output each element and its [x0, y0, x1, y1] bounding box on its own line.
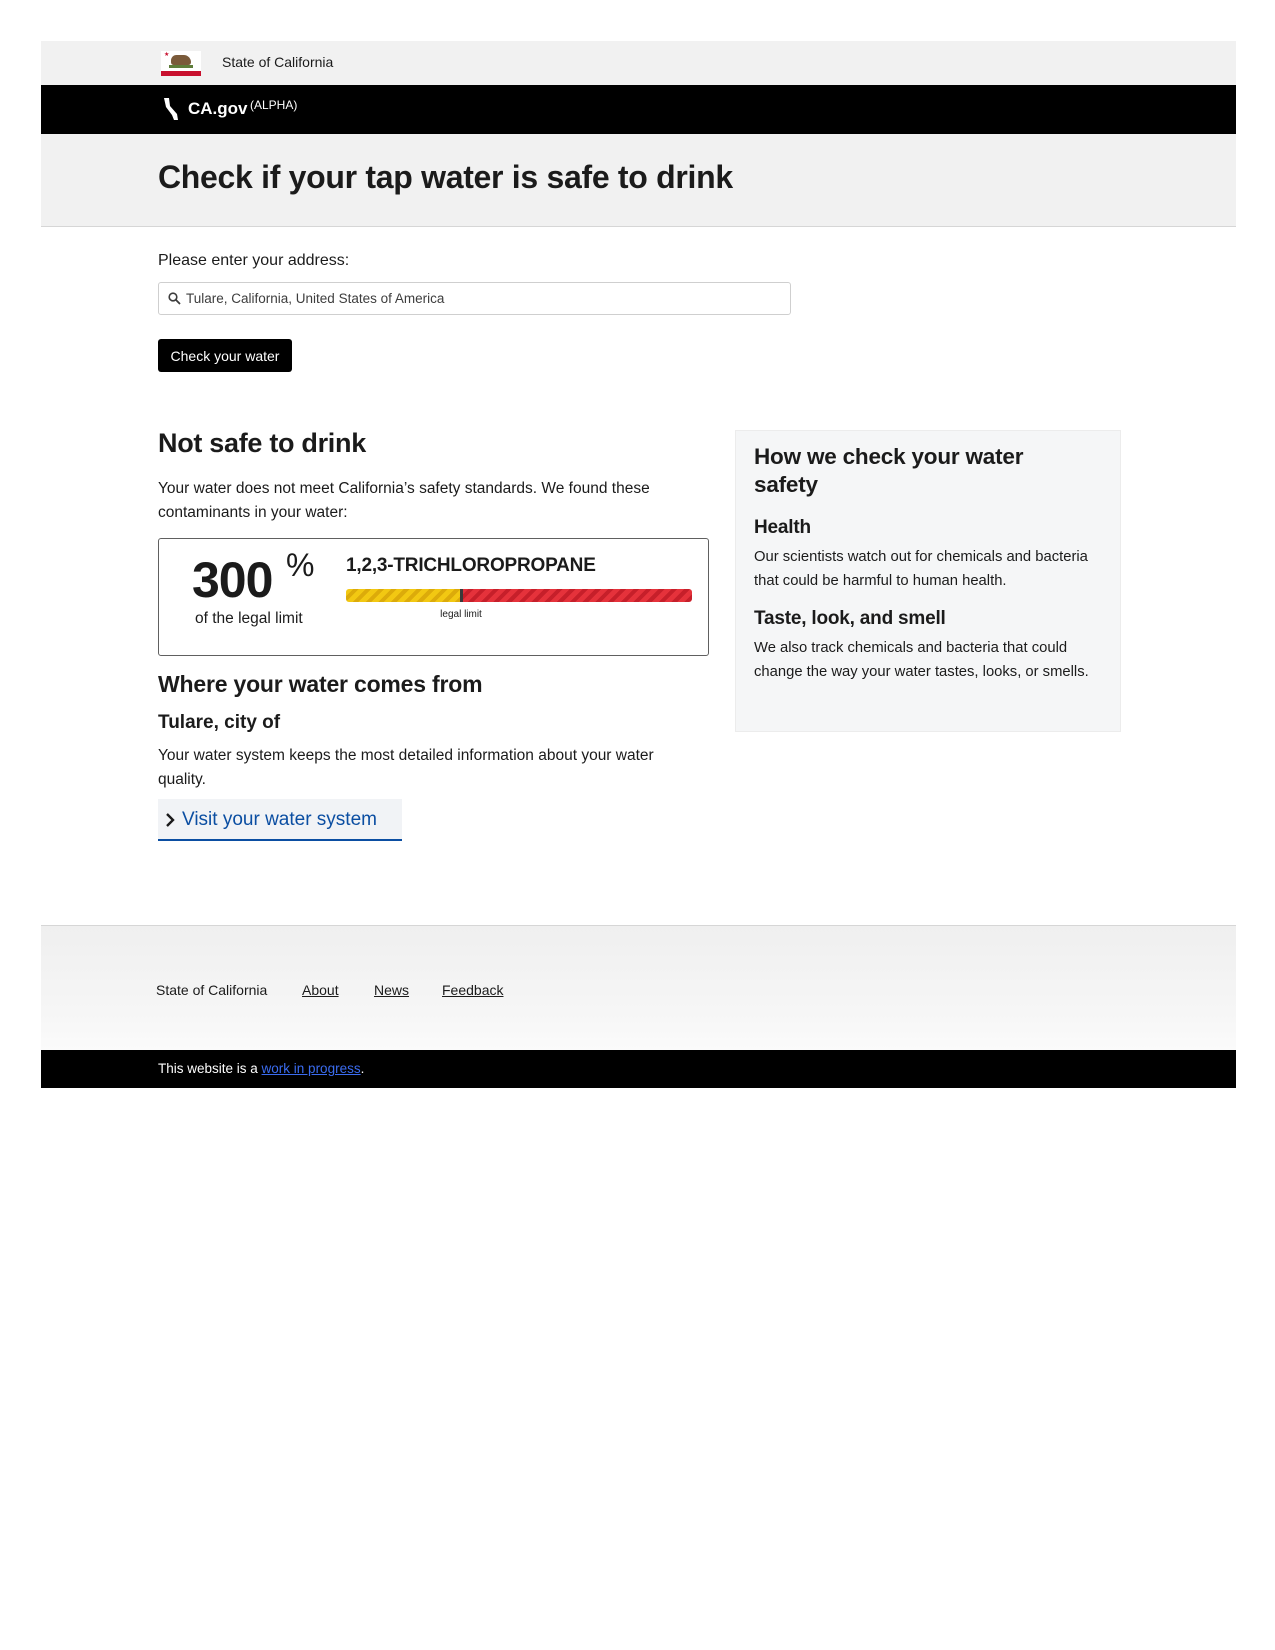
meter-above-limit — [461, 589, 692, 602]
page: ★ State of California CA.gov (ALPHA) Che… — [41, 41, 1236, 1088]
work-in-progress-link[interactable]: work in progress — [262, 1061, 361, 1076]
visit-water-system-link[interactable]: Visit your water system — [158, 799, 402, 841]
sidebar-heading: How we check your water safety — [754, 444, 1024, 497]
chevron-right-icon — [166, 813, 175, 827]
result-heading: Not safe to drink — [158, 428, 366, 458]
percent-label: of the legal limit — [195, 610, 303, 627]
source-heading: Where your water comes from — [158, 671, 483, 697]
search-icon — [168, 292, 181, 305]
address-label: Please enter your address: — [158, 252, 350, 269]
water-system-name: Tulare, city of — [158, 712, 281, 733]
contaminant-card: 300 % of the legal limit 1,2,3-TRICHLORO… — [158, 538, 709, 656]
legal-limit-label: legal limit — [440, 609, 482, 620]
footer-state-name: State of California — [156, 982, 268, 998]
sidebar-health-text: Our scientists watch out for chemicals a… — [754, 549, 1088, 589]
result-description: Your water does not meet California’s sa… — [158, 480, 650, 521]
meter-below-limit — [346, 589, 461, 602]
check-water-button[interactable]: Check your water — [158, 339, 292, 372]
address-search-box[interactable] — [158, 282, 791, 315]
brand-bar: CA.gov (ALPHA) — [41, 85, 1236, 134]
water-system-description: Your water system keeps the most detaile… — [158, 747, 654, 788]
footer: State of California About News Feedback — [41, 925, 1236, 1050]
title-band: Check if your tap water is safe to drink — [41, 134, 1236, 227]
sidebar-taste-title: Taste, look, and smell — [754, 608, 946, 629]
visit-link-label: Visit your water system — [182, 809, 377, 830]
alpha-badge: (ALPHA) — [250, 98, 298, 112]
legal-limit-meter — [346, 589, 692, 602]
california-bear-icon — [164, 98, 178, 120]
wip-suffix: . — [360, 1061, 365, 1076]
footer-link-news[interactable]: News — [374, 982, 409, 998]
page-title: Check if your tap water is safe to drink — [158, 159, 733, 195]
percent-value: 300 — [192, 552, 273, 608]
address-input[interactable] — [186, 284, 776, 313]
meter-limit-marker — [460, 589, 463, 602]
bottom-bar: This website is a work in progress. — [41, 1050, 1236, 1088]
footer-link-about[interactable]: About — [302, 982, 339, 998]
site-name-link[interactable]: CA.gov — [188, 99, 248, 119]
utility-bar: ★ State of California — [41, 41, 1236, 85]
how-we-check-sidebar: How we check your water safety Health Ou… — [735, 430, 1121, 732]
sidebar-taste-text: We also track chemicals and bacteria tha… — [754, 640, 1089, 680]
california-flag-icon: ★ — [161, 51, 201, 76]
percent-symbol: % — [286, 547, 315, 583]
wip-prefix: This website is a — [158, 1061, 262, 1076]
work-in-progress-notice: This website is a work in progress. — [158, 1061, 364, 1076]
footer-link-feedback[interactable]: Feedback — [442, 982, 503, 998]
contaminant-name: 1,2,3-TRICHLOROPROPANE — [346, 555, 596, 576]
sidebar-health-title: Health — [754, 517, 811, 538]
state-name: State of California — [222, 54, 334, 70]
